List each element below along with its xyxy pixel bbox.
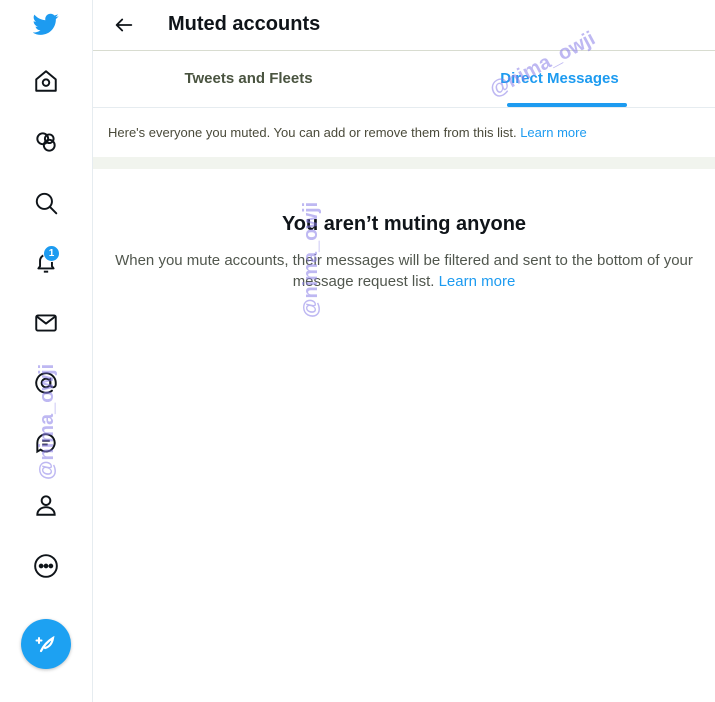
info-banner: Here's everyone you muted. You can add o… bbox=[93, 108, 715, 156]
info-text: Here's everyone you muted. You can add o… bbox=[108, 125, 517, 140]
tab-label: Tweets and Fleets bbox=[184, 70, 313, 87]
info-learn-more-link[interactable]: Learn more bbox=[520, 125, 586, 140]
back-button[interactable] bbox=[111, 12, 137, 38]
more-icon[interactable] bbox=[23, 543, 69, 589]
profile-icon[interactable] bbox=[23, 482, 69, 528]
mail-icon[interactable] bbox=[23, 300, 69, 346]
tab-label: Direct Messages bbox=[500, 70, 619, 87]
bell-icon[interactable]: 1 bbox=[23, 240, 69, 286]
tab-bar: Tweets and Fleets Direct Messages bbox=[93, 51, 715, 108]
at-icon[interactable] bbox=[23, 360, 69, 406]
arrow-left-icon bbox=[115, 18, 133, 32]
search-icon[interactable] bbox=[23, 180, 69, 226]
empty-state-description: When you mute accounts, their messages w… bbox=[113, 250, 695, 292]
page-title: Muted accounts bbox=[168, 13, 321, 35]
empty-state-title: You aren’t muting anyone bbox=[281, 213, 527, 235]
sidebar: 1 bbox=[0, 0, 93, 702]
page-header: Muted accounts bbox=[93, 0, 715, 51]
empty-state-learn-more-link[interactable]: Learn more bbox=[439, 273, 516, 290]
lists-icon[interactable] bbox=[23, 421, 69, 467]
tab-direct-messages[interactable]: Direct Messages bbox=[404, 51, 715, 107]
notification-badge: 1 bbox=[43, 245, 60, 262]
compose-tweet-button[interactable] bbox=[21, 619, 71, 669]
main-column: Muted accounts Tweets and Fleets Direct … bbox=[93, 0, 715, 702]
section-divider bbox=[93, 157, 715, 169]
empty-state-text: When you mute accounts, their messages w… bbox=[115, 252, 693, 290]
active-tab-indicator bbox=[507, 103, 628, 107]
home-icon[interactable] bbox=[23, 58, 69, 104]
compose-tweet-icon bbox=[35, 635, 55, 653]
twitter-logo-icon[interactable] bbox=[23, 1, 69, 47]
communities-icon[interactable] bbox=[23, 119, 69, 165]
tab-tweets-and-fleets[interactable]: Tweets and Fleets bbox=[93, 51, 404, 107]
